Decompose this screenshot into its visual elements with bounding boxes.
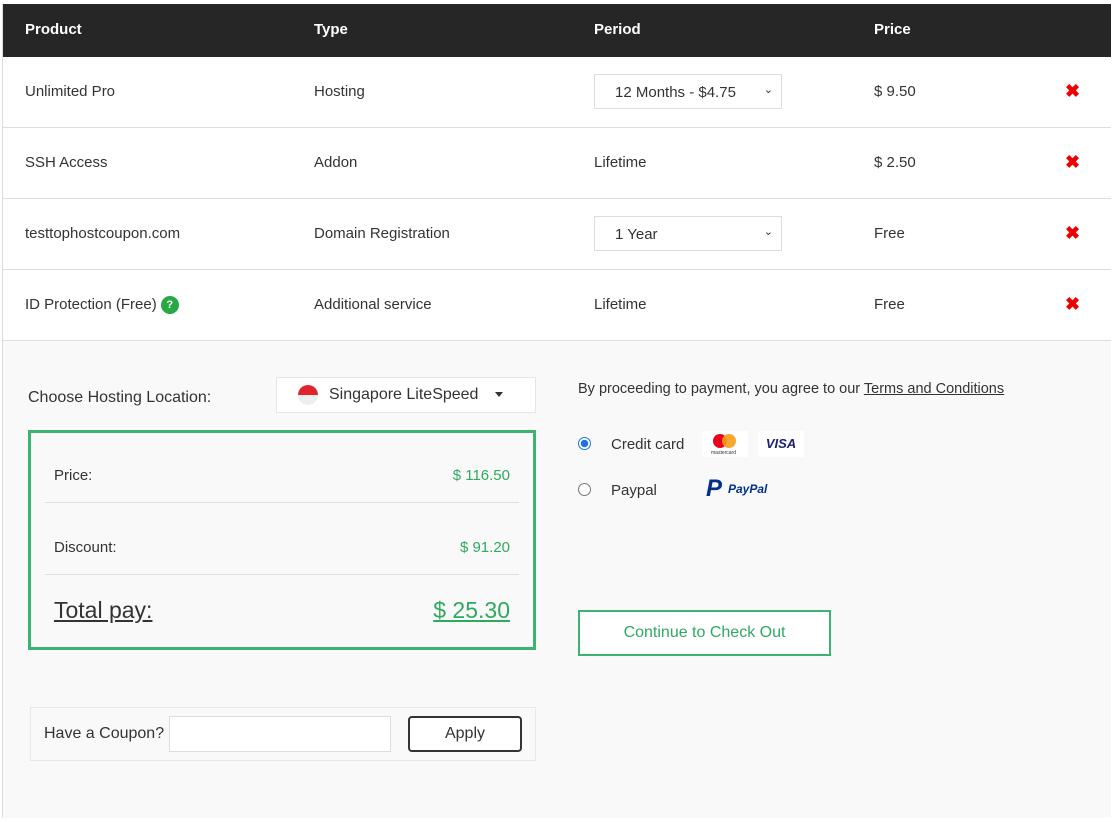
table-row: SSH Access Addon Lifetime $ 2.50 ✖ <box>3 128 1111 199</box>
price-label: Price: <box>54 467 93 484</box>
price-value: $ 116.50 <box>452 467 510 484</box>
coupon-form: Have a Coupon? Apply <box>30 707 536 761</box>
location-label: Choose Hosting Location: <box>28 389 212 406</box>
divider <box>45 574 519 575</box>
product-price: $ 2.50 <box>874 154 916 171</box>
paypal-radio[interactable] <box>578 483 591 496</box>
delete-icon[interactable]: ✖ <box>1065 81 1080 102</box>
product-type: Additional service <box>314 296 432 313</box>
header-period: Period <box>594 21 641 38</box>
product-type: Hosting <box>314 83 365 100</box>
paypal-label: Paypal <box>611 482 657 499</box>
table-header: Product Type Period Price <box>3 4 1111 57</box>
header-price: Price <box>874 21 911 38</box>
delete-icon[interactable]: ✖ <box>1065 294 1080 315</box>
credit-card-label: Credit card <box>611 436 685 453</box>
product-price: Free <box>874 225 905 242</box>
product-period: Lifetime <box>594 154 647 171</box>
period-select[interactable]: 1 Year ⌄ <box>594 216 782 251</box>
continue-checkout-button[interactable]: Continue to Check Out <box>578 610 831 656</box>
location-select[interactable]: Singapore LiteSpeed <box>276 377 536 413</box>
product-price: $ 9.50 <box>874 83 916 100</box>
table-row: ID Protection (Free)? Additional service… <box>3 270 1111 341</box>
total-label: Total pay: <box>54 597 153 623</box>
mastercard-icon: mastercard <box>702 431 748 457</box>
coupon-label: Have a Coupon? <box>44 725 165 742</box>
chevron-down-icon: ⌄ <box>763 84 773 96</box>
discount-value: $ 91.20 <box>459 539 510 556</box>
help-icon[interactable]: ? <box>160 296 179 315</box>
chevron-down-icon: ⌄ <box>763 226 773 238</box>
product-type: Domain Registration <box>314 225 450 242</box>
discount-label: Discount: <box>54 539 117 556</box>
product-name: testtophostcoupon.com <box>25 225 181 242</box>
credit-card-radio[interactable] <box>578 437 591 450</box>
product-name: ID Protection (Free)? <box>25 296 179 315</box>
table-row: Unlimited Pro Hosting 12 Months - $4.75 ⌄… <box>3 57 1111 128</box>
delete-icon[interactable]: ✖ <box>1065 223 1080 244</box>
delete-icon[interactable]: ✖ <box>1065 152 1080 173</box>
product-price: Free <box>874 296 905 313</box>
visa-icon: VISA <box>758 431 804 457</box>
coupon-input[interactable] <box>169 716 391 752</box>
singapore-flag-icon <box>298 385 318 405</box>
caret-down-icon <box>495 392 503 401</box>
header-type: Type <box>314 21 348 38</box>
product-type: Addon <box>314 154 358 171</box>
period-select[interactable]: 12 Months - $4.75 ⌄ <box>594 74 782 109</box>
product-period: Lifetime <box>594 296 647 313</box>
cart: Product Type Period Price Unlimited Pro … <box>2 4 1111 818</box>
terms-text: By proceeding to payment, you agree to o… <box>578 381 1005 397</box>
product-name: SSH Access <box>25 154 108 171</box>
header-product: Product <box>25 21 82 38</box>
table-row: testtophostcoupon.com Domain Registratio… <box>3 199 1111 270</box>
total-value: $ 25.30 <box>433 597 510 623</box>
product-name: Unlimited Pro <box>25 83 116 100</box>
divider <box>45 502 519 503</box>
paypal-icon: P PayPal <box>706 475 768 502</box>
apply-button[interactable]: Apply <box>408 716 522 752</box>
terms-link[interactable]: Terms and Conditions <box>864 381 1004 397</box>
checkout-panel: Choose Hosting Location: Singapore LiteS… <box>3 341 1111 818</box>
order-summary: Price: $ 116.50 Discount: $ 91.20 Total … <box>28 430 536 650</box>
